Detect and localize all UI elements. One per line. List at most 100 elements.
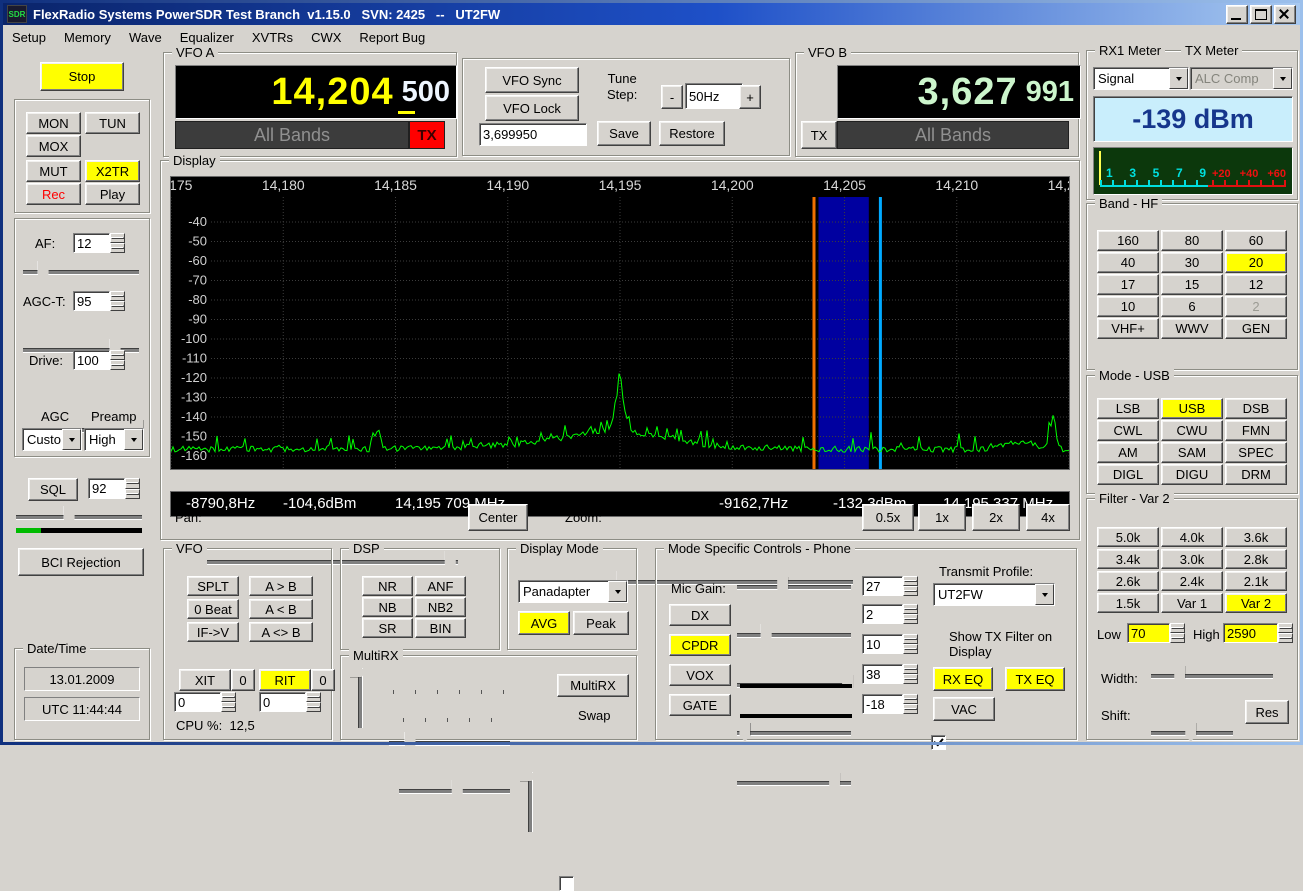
gate-button[interactable]: GATE (669, 694, 731, 716)
tune-step-plus-button[interactable]: + (739, 85, 761, 109)
dsp-button-nb[interactable]: NB (362, 597, 413, 617)
vfo-sync-button[interactable]: VFO Sync (485, 67, 579, 93)
mode-button-drm[interactable]: DRM (1225, 464, 1287, 485)
dx-thumb[interactable] (761, 624, 772, 644)
multirx-button[interactable]: MultiRX (557, 674, 629, 697)
mode-button-fmn[interactable]: FMN (1225, 420, 1287, 441)
vfo-a-tx-indicator[interactable]: TX (409, 121, 445, 149)
vox-spinner[interactable]: 38 (862, 664, 918, 684)
band-button-15[interactable]: 15 (1161, 274, 1223, 295)
sql-button[interactable]: SQL (28, 478, 78, 501)
vfo-op-button-ab[interactable]: A < B (249, 599, 313, 619)
zoom-preset-1x-button[interactable]: 1x (918, 504, 966, 531)
mut-button[interactable]: MUT (26, 160, 81, 182)
dsp-button-bin[interactable]: BIN (415, 618, 466, 638)
dsp-button-nb2[interactable]: NB2 (415, 597, 466, 617)
mode-button-usb[interactable]: USB (1161, 398, 1223, 419)
mode-button-sam[interactable]: SAM (1161, 442, 1223, 463)
mode-button-cwl[interactable]: CWL (1097, 420, 1159, 441)
filter-width-slider[interactable] (1149, 665, 1275, 685)
title-bar[interactable]: SDR FlexRadio Systems PowerSDR Test Bran… (3, 3, 1300, 25)
multirx-pan-slider[interactable] (387, 732, 512, 752)
mode-button-spec[interactable]: SPEC (1225, 442, 1287, 463)
mode-button-digu[interactable]: DIGU (1161, 464, 1223, 485)
filter-button-2.1k[interactable]: 2.1k (1225, 571, 1287, 591)
vox-slider[interactable] (735, 722, 853, 742)
filter-button-1.5k[interactable]: 1.5k (1097, 593, 1159, 613)
menu-item-setup[interactable]: Setup (3, 27, 55, 48)
filter-width-thumb[interactable] (1174, 665, 1185, 685)
zoom-preset-05x-button[interactable]: 0.5x (862, 504, 914, 531)
multirx-pan-thumb[interactable] (405, 732, 416, 752)
zoom-preset-4x-button[interactable]: 4x (1026, 504, 1070, 531)
dsp-button-nr[interactable]: NR (362, 576, 413, 596)
dsp-button-sr[interactable]: SR (362, 618, 413, 638)
band-button-40[interactable]: 40 (1097, 252, 1159, 273)
spectrum-display[interactable]: 14,17514,18014,18514,19014,19514,20014,2… (170, 176, 1070, 470)
filter-button-2.4k[interactable]: 2.4k (1161, 571, 1223, 591)
band-button-20[interactable]: 20 (1225, 252, 1287, 273)
dx-slider[interactable] (735, 624, 853, 644)
band-button-gen[interactable]: GEN (1225, 318, 1287, 339)
vfo-lock-button[interactable]: VFO Lock (485, 95, 579, 121)
menu-item-cwx[interactable]: CWX (302, 27, 350, 48)
sql-slider[interactable] (14, 506, 144, 526)
rx-eq-button[interactable]: RX EQ (933, 667, 993, 691)
filter-button-4.0k[interactable]: 4.0k (1161, 527, 1223, 547)
band-button-80[interactable]: 80 (1161, 230, 1223, 251)
maximize-button[interactable] (1250, 5, 1272, 24)
dsp-button-anf[interactable]: ANF (415, 576, 466, 596)
bci-rejection-button[interactable]: BCI Rejection (18, 548, 144, 576)
filter-high-spinner[interactable]: 2590 (1223, 623, 1293, 643)
band-button-17[interactable]: 17 (1097, 274, 1159, 295)
sql-slider-thumb[interactable] (64, 506, 75, 526)
mode-button-am[interactable]: AM (1097, 442, 1159, 463)
mic-gain-thumb[interactable] (777, 576, 788, 596)
mic-gain-spinner[interactable]: 27 (862, 576, 918, 596)
x2tr-button[interactable]: X2TR (85, 160, 140, 182)
mode-button-cwu[interactable]: CWU (1161, 420, 1223, 441)
gate-thumb[interactable] (829, 772, 840, 792)
menu-item-wave[interactable]: Wave (120, 27, 171, 48)
filter-button-2.8k[interactable]: 2.8k (1225, 549, 1287, 569)
preamp-combo[interactable]: High (84, 428, 144, 451)
vfo-b-sub-digits[interactable]: 991 (1026, 76, 1074, 109)
filter-button-3.0k[interactable]: 3.0k (1161, 549, 1223, 569)
multirx-gain-thumb[interactable] (452, 780, 463, 800)
mox-button[interactable]: MOX (26, 135, 81, 157)
gate-spinner[interactable]: -18 (862, 694, 918, 714)
band-button-10[interactable]: 10 (1097, 296, 1159, 317)
dx-spinner[interactable]: 2 (862, 604, 918, 624)
rit-button[interactable]: RIT (259, 669, 311, 691)
vfo-b-main-digits[interactable]: 3,627 (918, 71, 1018, 114)
filter-button-2.6k[interactable]: 2.6k (1097, 571, 1159, 591)
center-button[interactable]: Center (468, 504, 528, 531)
af-spinner[interactable]: 12 (73, 233, 125, 253)
multirx-pan-right-thumb[interactable] (519, 771, 537, 781)
minimize-button[interactable] (1226, 5, 1248, 24)
menu-item-report-bug[interactable]: Report Bug (350, 27, 434, 48)
cpdr-spinner[interactable]: 10 (862, 634, 918, 654)
vfo-b-frequency-display[interactable]: 3,627 991 (837, 65, 1081, 119)
band-button-30[interactable]: 30 (1161, 252, 1223, 273)
stop-button[interactable]: Stop (40, 62, 124, 91)
vfo-b-tx-button[interactable]: TX (801, 121, 837, 149)
rx1-meter-combo[interactable]: Signal (1093, 67, 1189, 90)
agc-combo[interactable]: Custo (22, 428, 82, 451)
af-slider[interactable] (21, 261, 141, 281)
vfo-op-button-ifv[interactable]: IF->V (187, 622, 239, 642)
swap-checkbox[interactable] (559, 876, 574, 891)
filter-shift-slider[interactable] (1149, 722, 1235, 742)
agct-spinner[interactable]: 95 (73, 291, 125, 311)
mode-button-lsb[interactable]: LSB (1097, 398, 1159, 419)
band-button-6[interactable]: 6 (1161, 296, 1223, 317)
band-button-wwv[interactable]: WWV (1161, 318, 1223, 339)
tun-button[interactable]: TUN (85, 112, 140, 134)
avg-button[interactable]: AVG (518, 611, 570, 635)
tune-step-minus-button[interactable]: - (661, 85, 683, 109)
restore-button[interactable]: Restore (659, 121, 725, 146)
multirx-pan-right-slider[interactable] (519, 770, 539, 834)
show-tx-filter-checkbox[interactable] (931, 735, 946, 750)
dx-button[interactable]: DX (669, 604, 731, 626)
filter-button-3.4k[interactable]: 3.4k (1097, 549, 1159, 569)
